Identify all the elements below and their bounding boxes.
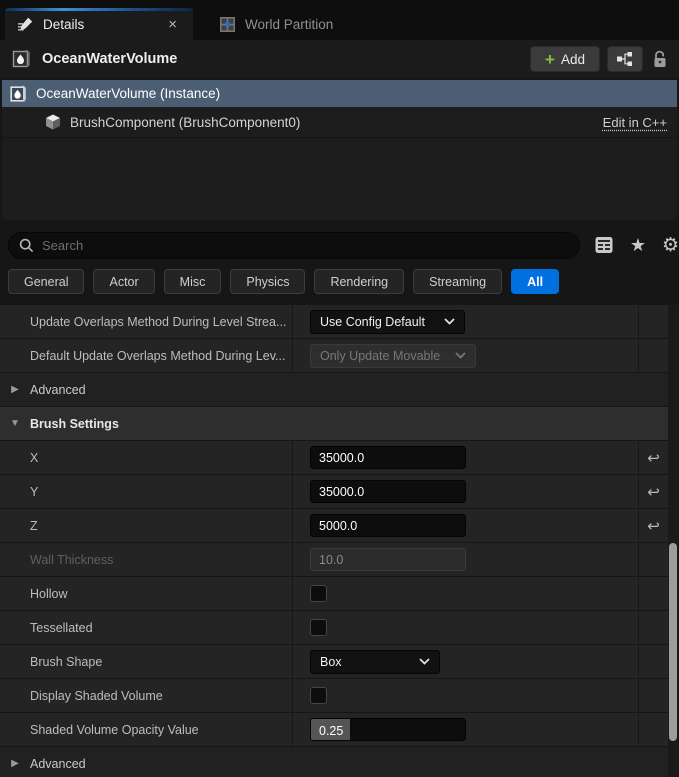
update-overlaps-label: Update Overlaps Method During Level Stre… xyxy=(0,305,293,338)
category-filter-row: General Actor Misc Physics Rendering Str… xyxy=(8,269,679,294)
tab-details[interactable]: Details × xyxy=(5,8,193,40)
component-tree: OceanWaterVolume (Instance) BrushCompone… xyxy=(2,80,677,220)
plus-icon: + xyxy=(545,49,555,69)
tab-details-label: Details xyxy=(43,16,85,32)
x-label: X xyxy=(0,441,293,474)
search-icon xyxy=(19,238,34,253)
wall-thickness-label: Wall Thickness xyxy=(0,543,293,576)
settings-gear-icon[interactable]: ⚙ xyxy=(662,236,679,255)
advanced-section-collapsed-bottom[interactable]: ▶ Advanced xyxy=(0,747,668,777)
search-actions: ★ ⚙ xyxy=(594,235,679,255)
row-default-update-overlaps: Default Update Overlaps Method During Le… xyxy=(0,339,668,373)
unlock-icon[interactable] xyxy=(652,50,669,69)
world-partition-icon xyxy=(219,16,236,33)
default-update-overlaps-dropdown: Only Update Movable xyxy=(310,343,476,368)
row-hollow: Hollow xyxy=(0,577,668,611)
reset-x-icon[interactable]: ↩ xyxy=(647,449,660,467)
row-brush-shape: Brush Shape Box xyxy=(0,645,668,679)
brush-shape-label: Brush Shape xyxy=(0,645,293,678)
tree-row-instance[interactable]: OceanWaterVolume (Instance) xyxy=(2,80,677,107)
brush-shape-dropdown[interactable]: Box xyxy=(310,649,440,674)
tab-bar: Details × World Partition xyxy=(0,0,679,40)
browse-hierarchy-button[interactable] xyxy=(607,46,643,72)
expanded-triangle-icon: ▼ xyxy=(10,418,20,429)
filter-physics[interactable]: Physics xyxy=(230,269,306,294)
tree-row-brush-component[interactable]: BrushComponent (BrushComponent0) Edit in… xyxy=(2,107,677,138)
brush-settings-category-header[interactable]: ▼ Brush Settings xyxy=(0,407,668,441)
row-x: X ↩ xyxy=(0,441,668,475)
tab-world-partition-label: World Partition xyxy=(245,16,334,32)
wall-thickness-input xyxy=(310,548,466,571)
tree-instance-label: OceanWaterVolume (Instance) xyxy=(36,86,221,101)
row-display-shaded-volume: Display Shaded Volume xyxy=(0,679,668,713)
y-label: Y xyxy=(0,475,293,508)
filter-general[interactable]: General xyxy=(8,269,85,294)
collapsed-triangle-icon: ▶ xyxy=(11,384,19,395)
row-y: Y ↩ xyxy=(0,475,668,509)
tab-world-partition[interactable]: World Partition xyxy=(207,8,345,40)
add-button-label: Add xyxy=(560,51,585,67)
row-tessellated: Tessellated xyxy=(0,611,668,645)
z-input[interactable] xyxy=(310,514,466,537)
reset-z-icon[interactable]: ↩ xyxy=(647,517,660,535)
property-matrix-icon[interactable] xyxy=(594,235,614,255)
hollow-checkbox[interactable] xyxy=(310,585,327,602)
row-update-overlaps: Update Overlaps Method During Level Stre… xyxy=(0,305,668,339)
default-update-overlaps-label: Default Update Overlaps Method During Le… xyxy=(0,339,293,372)
favorites-star-icon[interactable]: ★ xyxy=(630,236,646,254)
tessellated-checkbox[interactable] xyxy=(310,619,327,636)
water-volume-icon xyxy=(10,48,32,70)
advanced-section-collapsed-top[interactable]: ▶ Advanced xyxy=(0,373,668,407)
collapsed-triangle-icon: ▶ xyxy=(11,758,19,769)
shaded-volume-opacity-slider[interactable]: 0.25 xyxy=(310,718,466,741)
chevron-down-icon xyxy=(419,658,430,665)
search-input[interactable] xyxy=(42,237,569,253)
shaded-volume-opacity-value: 0.25 xyxy=(319,723,344,738)
x-input[interactable] xyxy=(310,446,466,469)
filter-streaming[interactable]: Streaming xyxy=(413,269,503,294)
row-wall-thickness: Wall Thickness xyxy=(0,543,668,577)
row-z: Z ↩ xyxy=(0,509,668,543)
shaded-volume-opacity-label: Shaded Volume Opacity Value xyxy=(0,713,293,746)
reset-y-icon[interactable]: ↩ xyxy=(647,483,660,501)
tree-component-label: BrushComponent (BrushComponent0) xyxy=(70,114,301,130)
filter-rendering[interactable]: Rendering xyxy=(314,269,405,294)
tessellated-label: Tessellated xyxy=(0,611,293,644)
add-button[interactable]: + Add xyxy=(530,46,600,72)
actor-header: OceanWaterVolume + Add xyxy=(0,40,679,78)
details-icon xyxy=(17,16,34,33)
close-icon[interactable]: × xyxy=(164,15,181,34)
display-shaded-volume-checkbox[interactable] xyxy=(310,687,327,704)
edit-in-cpp-link[interactable]: Edit in C++ xyxy=(603,115,667,130)
search-box[interactable] xyxy=(8,231,580,259)
details-panel: Details × World Partition OceanWaterVolu… xyxy=(0,0,679,777)
display-shaded-volume-label: Display Shaded Volume xyxy=(0,679,293,712)
z-label: Z xyxy=(0,509,293,542)
scrollbar-thumb[interactable] xyxy=(669,543,677,741)
hollow-label: Hollow xyxy=(0,577,293,610)
node-hierarchy-icon xyxy=(616,51,634,67)
filter-actor[interactable]: Actor xyxy=(93,269,155,294)
filter-misc[interactable]: Misc xyxy=(163,269,222,294)
active-tab-accent xyxy=(5,8,193,11)
filter-all[interactable]: All xyxy=(511,269,560,294)
cube-icon xyxy=(44,113,62,131)
property-grid: Update Overlaps Method During Level Stre… xyxy=(0,305,668,777)
update-overlaps-dropdown[interactable]: Use Config Default xyxy=(310,309,465,334)
row-shaded-volume-opacity: Shaded Volume Opacity Value 0.25 xyxy=(0,713,668,747)
search-row: ★ ⚙ xyxy=(8,231,679,259)
actor-title: OceanWaterVolume xyxy=(42,51,178,67)
y-input[interactable] xyxy=(310,480,466,503)
chevron-down-icon xyxy=(444,318,455,325)
water-volume-instance-icon xyxy=(8,84,28,104)
chevron-down-icon xyxy=(455,352,466,359)
